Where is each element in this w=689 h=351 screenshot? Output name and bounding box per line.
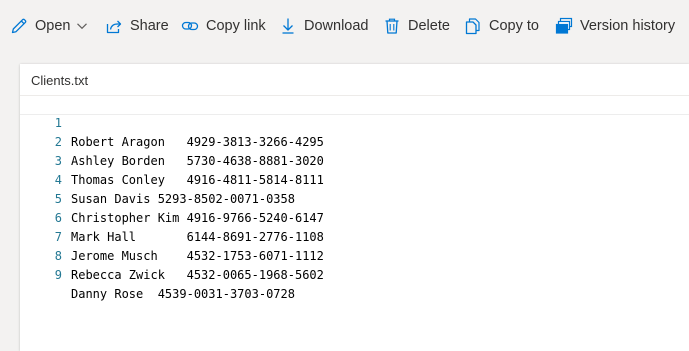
line-text: Thomas Conley 4916-4811-5814-8111 bbox=[71, 173, 324, 187]
copy-icon bbox=[463, 16, 483, 36]
command-bar: Open Share Copy link Download Delete Cop… bbox=[0, 0, 689, 52]
trash-icon bbox=[382, 16, 402, 36]
open-label: Open bbox=[35, 18, 71, 34]
editor-line: 6 Mark Hall 6144-8691-2776-1108 bbox=[20, 190, 324, 244]
file-name: Clients.txt bbox=[31, 73, 89, 88]
version-history-button[interactable]: Version history bbox=[554, 11, 675, 41]
version-history-label: Version history bbox=[580, 18, 676, 34]
open-button[interactable]: Open bbox=[9, 11, 88, 41]
line-text: Ashley Borden 5730-4638-8881-3020 bbox=[71, 154, 324, 168]
copy-to-label: Copy to bbox=[489, 18, 539, 34]
chevron-down-icon[interactable] bbox=[76, 20, 88, 32]
editor-line: 4 Susan Davis 5293-8502-0071-0358 bbox=[20, 152, 295, 206]
editor-line: 5 Christopher Kim 4916-9766-5240-6147 bbox=[20, 171, 324, 225]
download-button[interactable]: Download bbox=[278, 11, 369, 41]
editor-line: 9 Danny Rose 4539-0031-3703-0728 bbox=[20, 247, 295, 301]
line-text: Christopher Kim 4916-9766-5240-6147 bbox=[71, 211, 324, 225]
pencil-icon bbox=[9, 16, 29, 36]
editor-line: 3 Thomas Conley 4916-4811-5814-8111 bbox=[20, 133, 324, 187]
line-text: Jerome Musch 4532-1753-6071-1112 bbox=[71, 249, 324, 263]
line-text: Danny Rose 4539-0031-3703-0728 bbox=[71, 287, 295, 301]
download-icon bbox=[278, 16, 298, 36]
version-history-icon bbox=[554, 16, 574, 36]
line-text: Robert Aragon 4929-3813-3266-4295 bbox=[71, 135, 324, 149]
copy-link-label: Copy link bbox=[206, 18, 266, 34]
editor-line: 1 Robert Aragon 4929-3813-3266-4295 bbox=[20, 95, 324, 149]
file-viewer: Clients.txt 1 Robert Aragon 4929-3813-32… bbox=[20, 64, 689, 351]
editor-line: 2 Ashley Borden 5730-4638-8881-3020 bbox=[20, 114, 324, 168]
share-label: Share bbox=[130, 18, 169, 34]
editor-line: 7 Jerome Musch 4532-1753-6071-1112 bbox=[20, 209, 324, 263]
line-text: Rebecca Zwick 4532-0065-1968-5602 bbox=[71, 268, 324, 282]
copy-link-button[interactable]: Copy link bbox=[180, 11, 266, 41]
editor-line: 8 Rebecca Zwick 4532-0065-1968-5602 bbox=[20, 228, 324, 282]
line-text: Susan Davis 5293-8502-0071-0358 bbox=[71, 192, 295, 206]
delete-button[interactable]: Delete bbox=[382, 11, 450, 41]
share-button[interactable]: Share bbox=[104, 11, 169, 41]
current-line-highlight bbox=[20, 96, 689, 115]
line-text: Mark Hall 6144-8691-2776-1108 bbox=[71, 230, 324, 244]
link-icon bbox=[180, 16, 200, 36]
line-number: 9 bbox=[54, 268, 62, 282]
share-icon bbox=[104, 16, 124, 36]
download-label: Download bbox=[304, 18, 369, 34]
copy-to-button[interactable]: Copy to bbox=[463, 11, 539, 41]
delete-label: Delete bbox=[408, 18, 450, 34]
